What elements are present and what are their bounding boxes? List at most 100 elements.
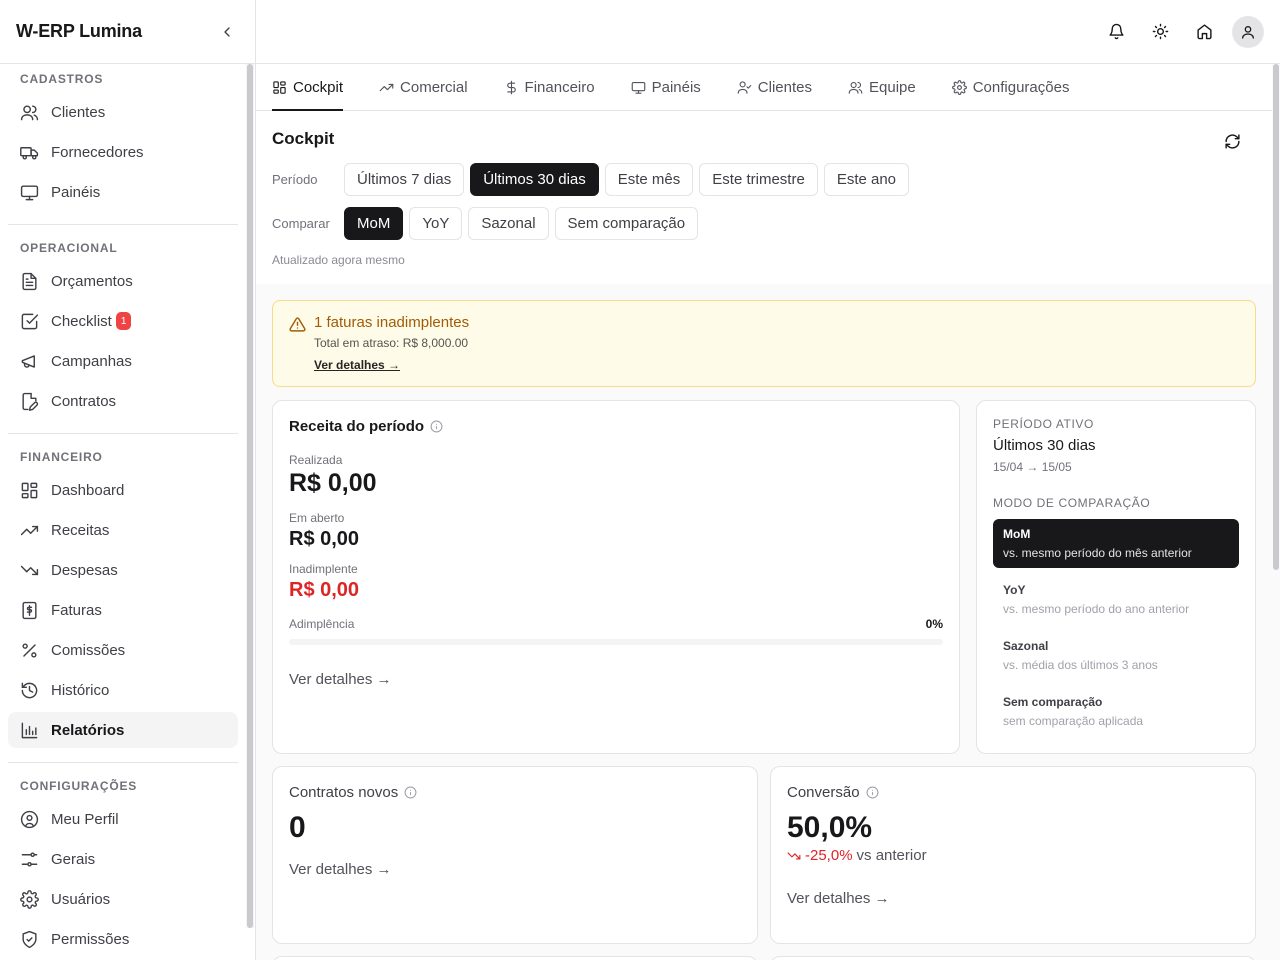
sidebar-item[interactable]: Dashboard xyxy=(8,472,238,508)
comparison-mode-option[interactable]: MoM vs. mesmo período do mês anterior xyxy=(993,519,1239,568)
mode-description: sem comparação aplicada xyxy=(1003,714,1144,728)
sidebar-item[interactable]: Campanhas xyxy=(8,343,238,379)
open-label: Em aberto xyxy=(289,511,345,525)
filter-pill[interactable]: Este trimestre xyxy=(699,163,818,196)
sidebar-section-label: OPERACIONAL xyxy=(20,241,118,255)
filter-pill[interactable]: Últimos 7 dias xyxy=(344,163,465,196)
sidebar-section-label: CONFIGURAÇÕES xyxy=(20,779,138,793)
sidebar-scrollbar-thumb[interactable] xyxy=(247,64,253,928)
tab[interactable]: Clientes xyxy=(737,64,824,110)
comparison-mode-option[interactable]: Sem comparação sem comparação aplicada xyxy=(993,687,1239,736)
gear-icon xyxy=(20,889,39,909)
contracts-details-link[interactable]: Ver detalhes → xyxy=(289,861,741,878)
sidebar-item[interactable]: Gerais xyxy=(8,841,238,877)
percent-icon xyxy=(22,642,37,658)
sidebar-item[interactable]: Faturas xyxy=(8,592,238,628)
revenue-details-link[interactable]: Ver detalhes → xyxy=(289,671,943,688)
tab[interactable]: Financeiro xyxy=(504,64,607,110)
mode-description: vs. mesmo período do mês anterior xyxy=(1003,546,1192,560)
filter-pill[interactable]: YoY xyxy=(409,207,463,240)
sidebar-item[interactable]: Histórico xyxy=(8,672,238,708)
sidebar-item[interactable]: Painéis xyxy=(8,174,238,210)
alert-details-link[interactable]: Ver detalhes → xyxy=(314,358,400,372)
main-scrollbar[interactable] xyxy=(1272,64,1280,960)
period-panel: PERÍODO ATIVO Últimos 30 dias 15/04 → 15… xyxy=(976,400,1256,754)
filter-pill[interactable]: Sazonal xyxy=(468,207,549,240)
filter-pill[interactable]: Sem comparação xyxy=(554,207,699,240)
filter-pill[interactable]: Últimos 30 dias xyxy=(470,163,599,196)
megaphone-icon xyxy=(21,354,35,368)
sidebar-item[interactable]: Clientes xyxy=(8,94,238,130)
tab[interactable]: Configurações xyxy=(951,64,1082,110)
home-button[interactable] xyxy=(1188,16,1220,48)
tab[interactable]: Cockpit xyxy=(272,64,355,111)
adimplencia-progress xyxy=(289,639,943,645)
active-period-label: PERÍODO ATIVO xyxy=(993,417,1094,431)
bar-chart-icon xyxy=(21,722,38,738)
app-title: W-ERP Lumina xyxy=(16,21,142,41)
theme-toggle-button[interactable] xyxy=(1144,16,1176,48)
comparison-mode-option[interactable]: YoY vs. mesmo período do ano anterior xyxy=(993,575,1239,624)
sidebar-section-label: FINANCEIRO xyxy=(20,450,103,464)
compare-filter: Comparar MoM YoY Sazonal Sem comparação xyxy=(272,207,1256,240)
filter-pill[interactable]: Este ano xyxy=(823,163,910,196)
revenue-title-text: Receita do período xyxy=(289,418,425,435)
sidebar-item[interactable]: Fornecedores xyxy=(8,134,238,170)
sidebar-scrollbar[interactable] xyxy=(246,64,254,928)
conversion-title: Conversão xyxy=(787,784,1239,801)
notifications-button[interactable] xyxy=(1100,16,1132,48)
sidebar-item[interactable]: Relatórios xyxy=(8,712,238,748)
tab[interactable]: Comercial xyxy=(379,64,480,110)
comparison-mode-label: MODO DE COMPARAÇÃO xyxy=(993,496,1151,510)
info-icon[interactable] xyxy=(404,786,417,799)
tab-label: Clientes xyxy=(757,78,812,96)
sidebar-item[interactable]: Permissões xyxy=(8,921,238,957)
info-icon[interactable] xyxy=(866,786,879,799)
sidebar-item-label: Faturas xyxy=(51,601,102,619)
sidebar-item[interactable]: Meu Perfil xyxy=(8,801,238,837)
user-circle-icon xyxy=(20,810,39,828)
bottom-card-left xyxy=(272,956,758,960)
collapse-sidebar-button[interactable] xyxy=(215,20,239,44)
sidebar-item-label: Permissões xyxy=(51,930,130,948)
filter-pill[interactable]: Este mês xyxy=(604,163,694,196)
contracts-title: Contratos novos xyxy=(289,784,741,801)
brand-header: W-ERP Lumina xyxy=(0,0,255,64)
sidebar-item[interactable]: Orçamentos xyxy=(8,263,238,299)
user-icon xyxy=(1242,25,1254,39)
sidebar-divider xyxy=(8,224,238,225)
adimplencia-label: Adimplência xyxy=(289,617,355,631)
sidebar-item-label: Contratos xyxy=(51,392,117,410)
sidebar-item[interactable]: Contratos xyxy=(8,383,238,419)
alert-title: 1 faturas inadimplentes xyxy=(314,314,470,331)
mode-name: Sazonal xyxy=(1003,639,1049,653)
receipt-dollar-icon xyxy=(22,601,37,619)
filter-pill[interactable]: MoM xyxy=(344,207,404,240)
page-title: Cockpit xyxy=(272,129,335,148)
refresh-icon xyxy=(1224,133,1240,149)
warning-triangle-icon xyxy=(289,317,306,332)
tab[interactable]: Painéis xyxy=(631,64,713,110)
shield-icon xyxy=(22,930,37,948)
adimplencia-value: 0% xyxy=(925,617,943,631)
refresh-button[interactable] xyxy=(1218,127,1246,155)
sidebar-item[interactable]: Checklist 1 xyxy=(8,303,238,339)
main-scrollbar-thumb[interactable] xyxy=(1273,64,1279,570)
sidebar-item[interactable]: Usuários xyxy=(8,881,238,917)
revenue-card: Receita do período Realizada R$ 0,00 Em … xyxy=(272,400,960,754)
sidebar-item[interactable]: Receitas xyxy=(8,512,238,548)
comparison-mode-option[interactable]: Sazonal vs. média dos últimos 3 anos xyxy=(993,631,1239,680)
conversion-details-link[interactable]: Ver detalhes → xyxy=(787,890,1239,907)
tab[interactable]: Equipe xyxy=(848,64,928,110)
sidebar-item-label: Meu Perfil xyxy=(51,810,119,828)
info-icon[interactable] xyxy=(430,420,443,433)
user-avatar-button[interactable] xyxy=(1232,15,1264,48)
dollar-icon xyxy=(506,80,516,94)
mode-description: vs. média dos últimos 3 anos xyxy=(1003,658,1158,672)
sidebar-item[interactable]: Despesas xyxy=(8,552,238,588)
sidebar-section: OPERACIONAL Orçamentos Checklist 1 Campanhas… xyxy=(0,233,246,419)
sidebar-item[interactable]: Comissões xyxy=(8,632,238,668)
notification-badge: 1 xyxy=(115,312,132,330)
main-tabs: Cockpit Comercial Financeiro Painéis Cliente… xyxy=(256,64,1272,111)
sidebar-item-label: Receitas xyxy=(51,521,110,539)
